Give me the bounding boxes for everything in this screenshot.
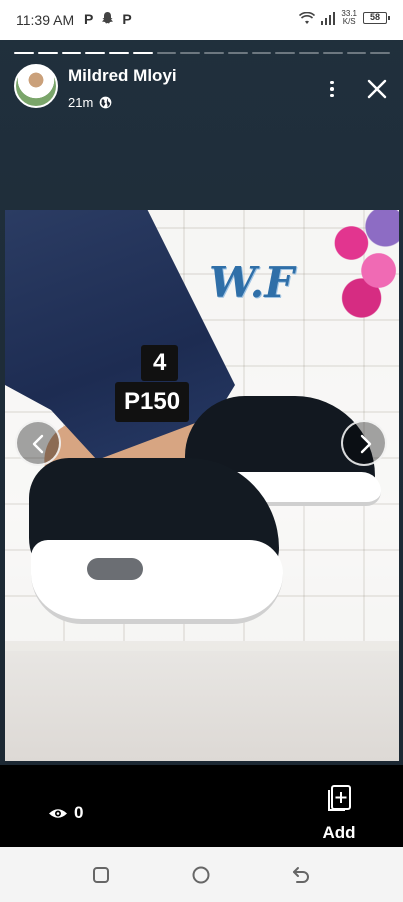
view-count[interactable]: 0 [48, 803, 83, 823]
story-photo[interactable]: W.F [5, 210, 399, 761]
item-number-badge: 4 [141, 345, 179, 381]
story-progress-segment [299, 52, 319, 54]
status-time: 11:39 AM [16, 12, 75, 28]
brand-watermark: W.F [209, 258, 295, 307]
post-time: 21m [68, 95, 94, 110]
story-progress-segment [61, 52, 82, 54]
sneaker-front-sole [31, 540, 283, 624]
close-icon[interactable] [364, 76, 390, 102]
chevron-left-icon [32, 434, 44, 454]
story-progress-segment [275, 52, 295, 54]
back-icon[interactable] [291, 865, 311, 885]
story-progress-segment [14, 52, 34, 54]
next-story-button[interactable] [341, 420, 387, 466]
status-bar: 11:39 AM P P 33.1 K/S 58 [0, 0, 403, 40]
more-options-button[interactable] [322, 76, 342, 102]
more-dot [330, 80, 334, 85]
story-progress-segment [132, 52, 153, 54]
story-progress-segment [322, 52, 343, 54]
eye-icon [49, 808, 67, 818]
globe-icon [99, 96, 112, 109]
add-story-icon [328, 785, 351, 811]
snapchat-icon [102, 12, 114, 24]
story-progress-segment [204, 52, 224, 54]
story-progress-segment [109, 52, 129, 54]
signal-icon [321, 11, 336, 25]
recent-apps-icon[interactable] [91, 865, 111, 885]
air-cushion [87, 558, 143, 580]
status-indicators: 33.1 K/S 58 [299, 9, 390, 26]
floor [5, 651, 399, 761]
story-progress-segment [251, 52, 272, 54]
price-badge: P150 [115, 382, 190, 422]
story-viewer: 11:39 AM P P 33.1 K/S 58 Mildred Mloyi 2… [0, 0, 403, 902]
author-avatar[interactable] [14, 64, 58, 108]
author-name[interactable]: Mildred Mloyi [68, 66, 177, 86]
home-icon[interactable] [191, 865, 211, 885]
view-count-value: 0 [74, 803, 84, 822]
story-progress-bar [14, 52, 390, 54]
notification-icons: P P [84, 11, 132, 27]
more-dot [330, 87, 334, 91]
story-footer: 0 Add [0, 765, 403, 847]
story-progress-segment [85, 52, 105, 54]
more-dot [330, 93, 334, 98]
add-label: Add [322, 823, 356, 842]
story-progress-segment [37, 52, 58, 54]
chevron-right-icon [360, 434, 372, 454]
wifi-icon [299, 11, 316, 24]
battery-icon: 58 [363, 12, 390, 24]
p-notification-icon: P [84, 11, 94, 27]
story-progress-segment [227, 52, 248, 54]
story-progress-segment [346, 52, 367, 54]
previous-story-button[interactable] [15, 420, 61, 466]
add-to-story-button[interactable]: Add [316, 781, 362, 843]
network-speed: 33.1 K/S [341, 9, 357, 26]
story-progress-segment [156, 52, 177, 54]
system-navigation-bar [0, 847, 403, 902]
p-notification-icon: P [122, 11, 132, 27]
story-progress-segment [180, 52, 200, 54]
story-progress-segment [370, 52, 390, 54]
flowers-decoration [331, 210, 399, 320]
post-meta: 21m [68, 95, 112, 110]
